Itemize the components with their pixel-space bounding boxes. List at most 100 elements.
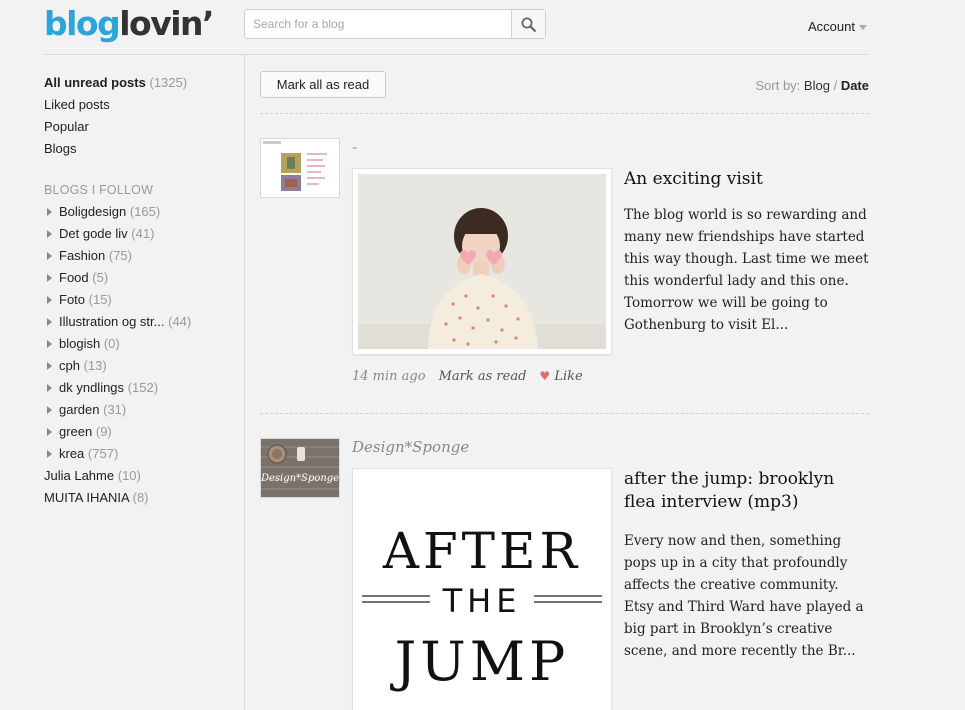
folder-arrow-icon[interactable] [47,450,52,458]
folder-item-dk-yndlings[interactable]: dk yndlings (152) [44,377,239,399]
search-input[interactable] [245,10,511,38]
blog-thumbnail[interactable]: Design*Sponge [260,438,340,498]
post-title[interactable]: An exciting visit [624,168,869,191]
search-button[interactable] [511,10,545,38]
account-menu[interactable]: Account [808,19,867,34]
post-source[interactable]: Design*Sponge [352,438,469,456]
folder-arrow-icon[interactable] [47,208,52,216]
feed-post: Design*Sponge Design*Sponge AFTER THE JU… [260,438,869,710]
folder-arrow-icon[interactable] [47,296,52,304]
folder-arrow-icon[interactable] [47,362,52,370]
folder-item-food[interactable]: Food (5) [44,267,239,289]
folder-arrow-icon[interactable] [47,406,52,414]
folder-item-cph[interactable]: cph (13) [44,355,239,377]
post-title[interactable]: after the jump: brooklyn flea interview … [624,468,869,514]
folder-count: (0) [103,336,120,351]
folder-item-krea[interactable]: krea (757) [44,443,239,465]
post-image[interactable]: AFTER THE JUMP [352,468,612,710]
account-label: Account [808,19,855,34]
post-time: 14 min ago [352,369,426,384]
folder-arrow-icon[interactable] [47,230,52,238]
blog-thumbnail[interactable] [260,138,340,198]
blog-count: (10) [117,468,141,483]
folder-label: cph [59,358,80,373]
logo-part-blog: blog [44,4,121,43]
sort-separator: / [833,78,838,93]
graphic-word-after: AFTER [382,522,581,580]
heart-icon: ♥ [539,369,551,383]
post-meta: 14 min ago Mark as read ♥ Like [352,369,583,384]
blog-thumbnail-image [261,139,339,197]
sidebar-item-popular[interactable]: Popular [44,116,239,138]
sidebar-item-liked[interactable]: Liked posts [44,94,239,116]
folder-item-blogish[interactable]: blogish (0) [44,333,239,355]
folder-arrow-icon[interactable] [47,318,52,326]
mark-as-read-link[interactable]: Mark as read [439,369,527,384]
folder-arrow-icon[interactable] [47,252,52,260]
post-source[interactable]: - [352,138,357,156]
logo-part-lovin: lovin’ [119,4,214,43]
folder-item-fashion[interactable]: Fashion (75) [44,245,239,267]
sidebar-item-label: Liked posts [44,97,110,112]
header-divider [44,54,869,55]
folder-count: (165) [129,204,161,219]
folder-count: (41) [131,226,155,241]
blog-thumbnail-image: Design*Sponge [261,439,339,497]
chevron-down-icon [858,24,867,30]
folder-count: (15) [88,292,112,307]
post-excerpt: Every now and then, something pops up in… [624,533,864,659]
folder-item-foto[interactable]: Foto (15) [44,289,239,311]
blog-label: Julia Lahme [44,468,115,483]
folder-arrow-icon[interactable] [47,384,52,392]
like-button[interactable]: ♥ Like [539,369,582,384]
mark-all-read-button[interactable]: Mark all as read [260,71,386,98]
folder-count: (5) [92,270,109,285]
sort-label: Sort by: [755,78,801,93]
folder-label: Foto [59,292,86,307]
unread-count: (1325) [149,75,188,90]
sidebar-divider [244,55,245,710]
folder-list: Boligdesign (165) Det gode liv (41) Fash… [44,201,239,465]
folder-label: Illustration og str... [59,314,165,329]
sidebar: All unread posts (1325) Liked posts Popu… [44,72,239,509]
sidebar-item-label: All unread posts [44,75,146,90]
folder-label: garden [59,402,100,417]
sidebar-item-blogs[interactable]: Blogs [44,138,239,160]
folder-arrow-icon[interactable] [47,428,52,436]
post-excerpt: The blog world is so rewarding and many … [624,207,869,333]
folder-arrow-icon[interactable] [47,274,52,282]
sort-option-blog[interactable]: Blog [804,78,830,93]
section-title-blogs-i-follow: BLOGS I FOLLOW [44,183,154,197]
folder-label: green [59,424,93,439]
sidebar-item-label: Blogs [44,141,77,156]
blog-item-muita-ihania[interactable]: MUITA IHANIA (8) [44,487,239,509]
feed-divider [260,113,869,114]
folder-item-det-gode-liv[interactable]: Det gode liv (41) [44,223,239,245]
logo[interactable]: bloglovin’ [44,4,215,43]
sidebar-item-all-unread[interactable]: All unread posts (1325) [44,72,239,94]
folder-item-illustration[interactable]: Illustration og str... (44) [44,311,239,333]
folder-count: (152) [127,380,159,395]
like-label: Like [554,369,583,384]
folder-item-garden[interactable]: garden (31) [44,399,239,421]
folder-item-boligdesign[interactable]: Boligdesign (165) [44,201,239,223]
feed-divider [260,413,869,414]
blog-item-julia-lahme[interactable]: Julia Lahme (10) [44,465,239,487]
post-photo [358,174,606,349]
folder-label: Fashion [59,248,106,263]
graphic-word-the: THE [442,582,522,620]
sort-option-date[interactable]: Date [841,78,869,93]
thumbnail-logo-text: Design*Sponge [261,473,339,484]
folder-count: (31) [103,402,127,417]
folder-arrow-icon[interactable] [47,340,52,348]
blog-count: (8) [132,490,149,505]
folder-count: (757) [87,446,119,461]
post-graphic: AFTER THE JUMP [358,474,606,710]
folder-label: krea [59,446,85,461]
folder-item-green[interactable]: green (9) [44,421,239,443]
sort-control: Sort by: Blog / Date [755,78,869,93]
sidebar-item-label: Popular [44,119,89,134]
folder-count: (44) [168,314,192,329]
folder-count: (13) [83,358,107,373]
post-image[interactable] [352,168,612,355]
